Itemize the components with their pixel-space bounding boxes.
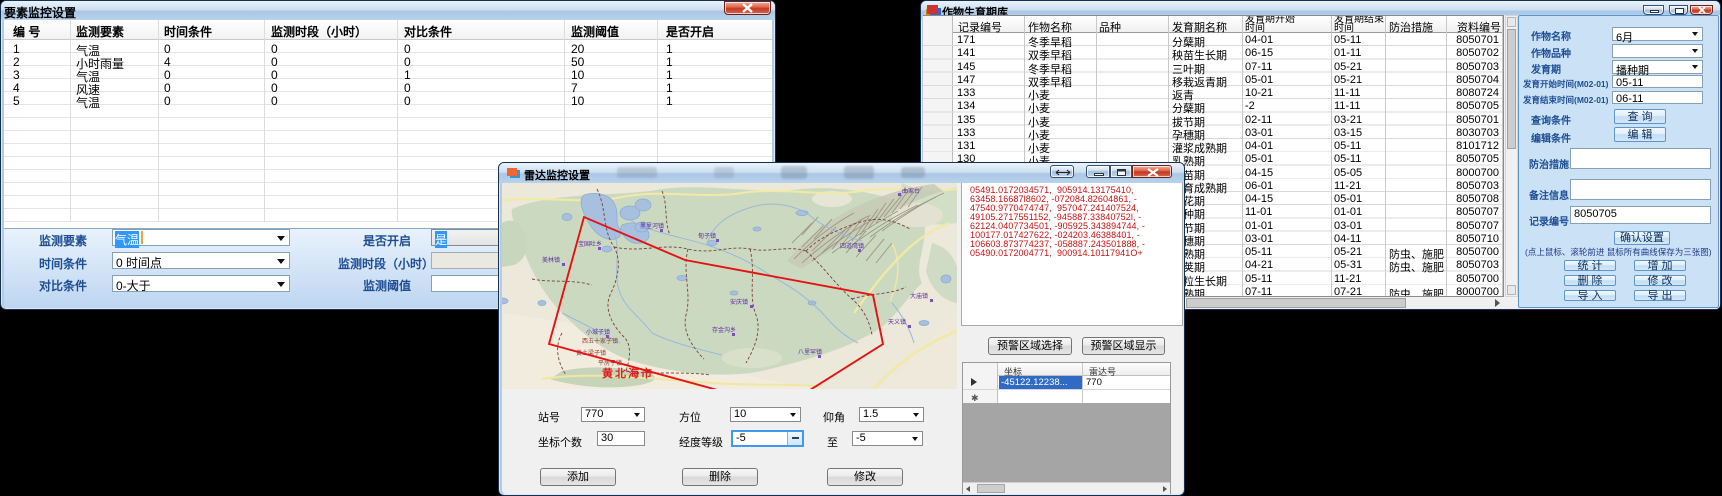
- svg-text:安庆镇: 安庆镇: [730, 298, 748, 306]
- svg-text:天义镇: 天义镇: [888, 318, 906, 326]
- svg-text:大庙镇: 大庙镇: [910, 292, 928, 300]
- svg-text:甸子镇: 甸子镇: [698, 232, 716, 240]
- svg-text:宝国吐乡: 宝国吐乡: [578, 240, 602, 248]
- svg-text:黑里河镇: 黑里河镇: [640, 222, 664, 230]
- svg-text:美林镇: 美林镇: [542, 256, 560, 264]
- svg-text:小城子镇: 小城子镇: [586, 328, 610, 336]
- svg-text:存金沟乡: 存金沟乡: [712, 326, 736, 334]
- svg-text:西五十家子镇: 西五十家子镇: [582, 337, 618, 345]
- svg-text:黄北海市: 黄北海市: [602, 366, 654, 380]
- svg-text:四道湾镇: 四道湾镇: [840, 242, 864, 250]
- svg-text:曲家台: 曲家台: [902, 187, 920, 195]
- svg-text:八里罕镇: 八里罕镇: [798, 348, 822, 356]
